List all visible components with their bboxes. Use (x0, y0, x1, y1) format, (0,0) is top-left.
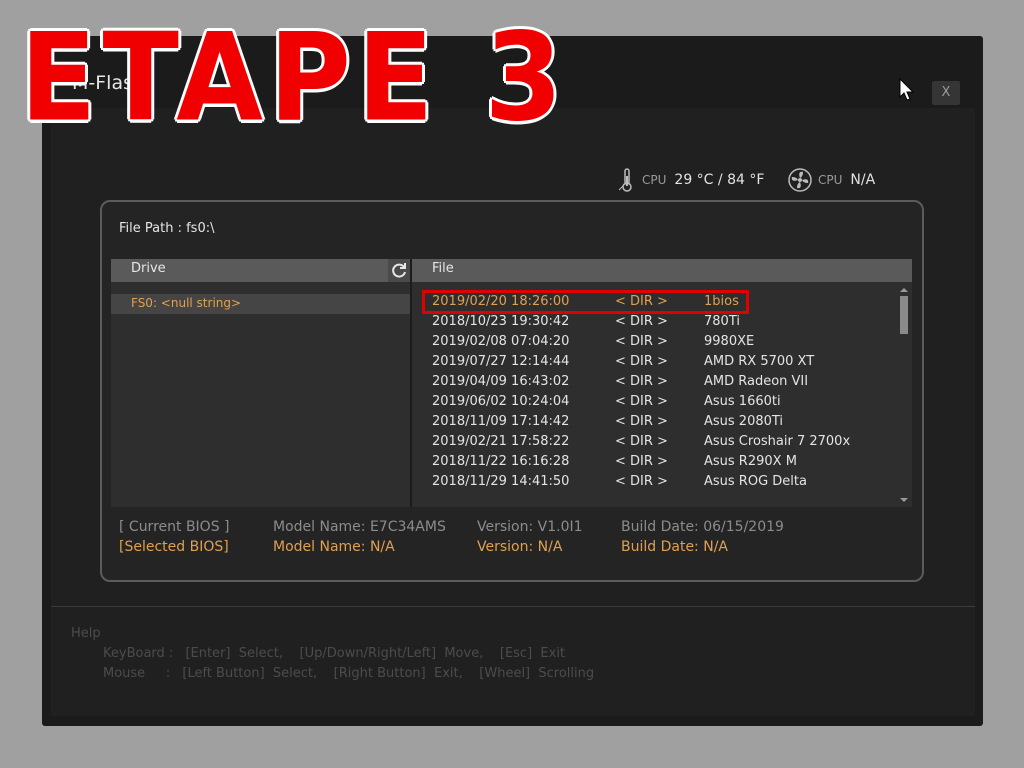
selected-bios-model: Model Name: N/A (273, 539, 395, 555)
drive-item-label: FS0: <null string> (131, 296, 242, 310)
drive-item-fs0[interactable]: FS0: <null string> (111, 294, 410, 314)
file-path-value: fs0:\ (186, 221, 215, 236)
file-name: Asus R290X M (704, 454, 797, 469)
drive-list (111, 282, 410, 507)
file-list-scrollbar[interactable] (898, 286, 910, 506)
file-date: 2019/04/09 16:43:02 (432, 374, 570, 389)
cpu-fan-value: N/A (850, 172, 876, 188)
help-keyboard-label: KeyBoard : (103, 646, 174, 661)
file-name: Asus 2080Ti (704, 414, 784, 429)
selected-bios-version: Version: N/A (477, 539, 563, 555)
selected-bios-date: Build Date: N/A (621, 539, 728, 555)
current-bios-label: [ Current BIOS ] (119, 519, 230, 535)
file-date: 2018/10/23 19:30:42 (432, 314, 570, 329)
file-name: 780Ti (704, 314, 740, 329)
file-date: 2019/07/27 12:14:44 (432, 354, 570, 369)
help-keyboard: KeyBoard : [Enter] Select, [Up/Down/Righ… (103, 646, 565, 661)
drive-header-label: Drive (131, 261, 166, 276)
panel-divider (410, 259, 412, 507)
selection-highlight-box (422, 290, 749, 314)
file-date: 2019/06/02 10:24:04 (432, 394, 570, 409)
file-type: < DIR > (615, 354, 668, 369)
help-mouse: Mouse : [Left Button] Select, [Right But… (103, 666, 594, 681)
file-type: < DIR > (615, 314, 668, 329)
file-name: Asus Croshair 7 2700x (704, 434, 851, 449)
file-name: Asus 1660ti (704, 394, 781, 409)
help-mouse-label: Mouse : (103, 666, 171, 681)
file-name: AMD RX 5700 XT (704, 354, 815, 369)
file-date: 2018/11/29 14:41:50 (432, 474, 570, 489)
fan-icon (788, 168, 812, 192)
file-date: 2019/02/08 07:04:20 (432, 334, 570, 349)
help-keyboard-text: [Enter] Select, [Up/Down/Right/Left] Mov… (185, 646, 566, 661)
cpu-fan-label: CPU (818, 173, 843, 187)
help-mouse-text: [Left Button] Select, [Right Button] Exi… (182, 666, 595, 681)
scroll-up-icon[interactable] (898, 286, 910, 294)
thermometer-icon (618, 168, 632, 192)
file-date: 2018/11/22 16:16:28 (432, 454, 570, 469)
current-bios-model: Model Name: E7C34AMS (273, 519, 446, 535)
cpu-temp-label: CPU (642, 173, 667, 187)
file-type: < DIR > (615, 454, 668, 469)
file-type: < DIR > (615, 414, 668, 429)
file-header-label: File (432, 261, 454, 276)
step-overlay-text: ETAPE 3 (20, 8, 569, 149)
refresh-icon (392, 263, 406, 278)
refresh-button[interactable] (388, 259, 410, 282)
current-bios-version: Version: V1.0I1 (477, 519, 583, 535)
close-button[interactable]: X (932, 81, 960, 105)
cpu-temp-value: 29 °C / 84 °F (674, 172, 765, 188)
file-date: 2019/02/21 17:58:22 (432, 434, 570, 449)
file-name: 9980XE (704, 334, 755, 349)
mouse-cursor-icon (899, 78, 915, 101)
scroll-down-icon[interactable] (898, 496, 910, 504)
drive-header: Drive (111, 259, 388, 282)
file-path: File Path : fs0:\ (119, 221, 215, 236)
file-date: 2018/11/09 17:14:42 (432, 414, 570, 429)
selected-bios-label: [Selected BIOS] (119, 539, 229, 555)
help-title: Help (71, 626, 101, 641)
file-name: AMD Radeon VII (704, 374, 809, 389)
file-type: < DIR > (615, 334, 668, 349)
file-type: < DIR > (615, 474, 668, 489)
help-separator (51, 606, 975, 607)
cpu-temperature: CPU 29 °C / 84 °F (618, 168, 764, 192)
cpu-fan: CPU N/A (788, 168, 875, 192)
file-name: Asus ROG Delta (704, 474, 807, 489)
file-type: < DIR > (615, 374, 668, 389)
scroll-thumb[interactable] (900, 296, 908, 334)
current-bios-date: Build Date: 06/15/2019 (621, 519, 784, 535)
file-path-label: File Path : (119, 221, 182, 236)
file-type: < DIR > (615, 434, 668, 449)
file-header: File (412, 259, 912, 282)
file-type: < DIR > (615, 394, 668, 409)
